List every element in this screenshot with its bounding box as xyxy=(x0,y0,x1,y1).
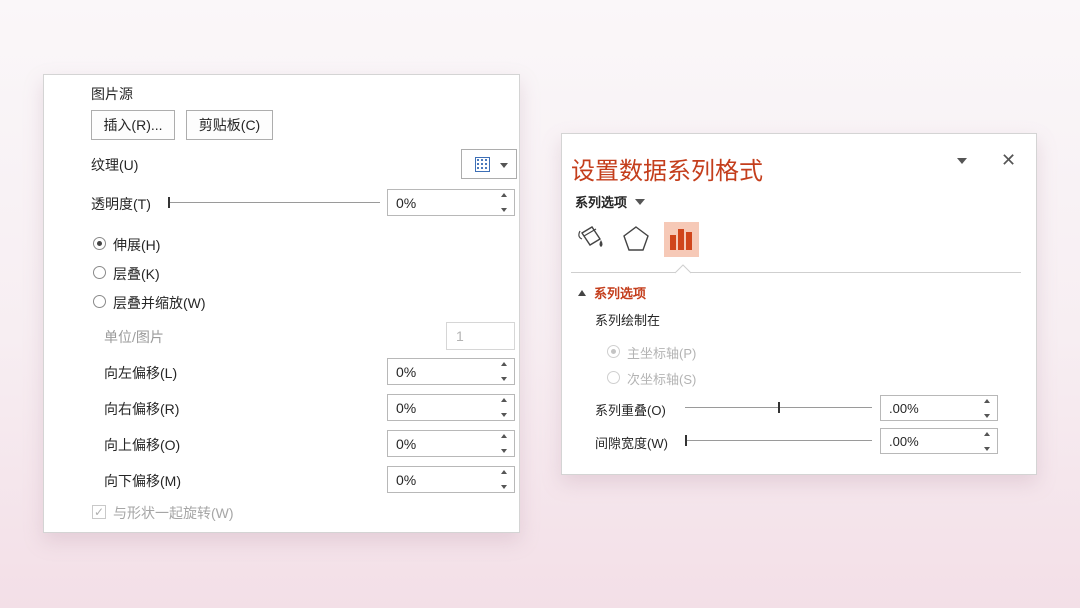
offset-top-label: 向上偏移(O) xyxy=(104,437,181,453)
texture-swatch-icon xyxy=(475,157,490,172)
transparency-slider-track[interactable] xyxy=(168,202,380,203)
series-overlap-slider-thumb[interactable] xyxy=(778,402,780,413)
offset-left-label: 向左偏移(L) xyxy=(104,365,178,381)
spinner-arrows-icon[interactable] xyxy=(983,432,991,451)
texture-label: 纹理(U) xyxy=(91,157,139,173)
plot-series-on-label: 系列绘制在 xyxy=(595,313,661,328)
radio-stretch-label[interactable]: 伸展(H) xyxy=(113,235,160,255)
spinner-arrows-icon[interactable] xyxy=(500,193,508,212)
primary-axis-label: 主坐标轴(P) xyxy=(627,346,697,361)
series-overlap-spinner[interactable]: .00% xyxy=(880,395,998,421)
chevron-down-icon xyxy=(635,198,646,205)
active-tab-pointer-icon xyxy=(675,264,691,274)
collapse-triangle-icon xyxy=(578,289,586,296)
offset-right-value: 0% xyxy=(396,400,417,416)
series-options-tab[interactable] xyxy=(664,222,699,257)
format-data-series-pane: 设置数据系列格式 ✕ 系列选项 系列选项 系列绘制在 主坐标轴(P) 次坐标轴(… xyxy=(561,133,1037,475)
gap-width-spinner[interactable]: .00% xyxy=(880,428,998,454)
offset-left-spinner[interactable]: 0% xyxy=(387,358,515,385)
rotate-with-shape-label: 与形状一起旋转(W) xyxy=(113,505,234,521)
offset-right-spinner[interactable]: 0% xyxy=(387,394,515,421)
gap-width-slider-thumb[interactable] xyxy=(685,435,687,446)
radio-secondary-axis xyxy=(607,371,620,384)
series-options-dropdown-label: 系列选项 xyxy=(575,195,628,210)
transparency-slider-thumb[interactable] xyxy=(168,197,170,208)
offset-top-value: 0% xyxy=(396,436,417,452)
chevron-down-icon xyxy=(500,163,508,168)
pane-title: 设置数据系列格式 xyxy=(571,158,763,185)
series-options-dropdown[interactable]: 系列选项 xyxy=(575,192,646,211)
offset-bottom-label: 向下偏移(M) xyxy=(104,473,181,489)
offset-bottom-spinner[interactable]: 0% xyxy=(387,466,515,493)
section-title: 系列选项 xyxy=(594,286,647,301)
paint-bucket-icon xyxy=(578,226,603,247)
pane-options-dropdown-icon[interactable] xyxy=(957,158,967,164)
secondary-axis-label: 次坐标轴(S) xyxy=(627,372,697,387)
radio-primary-axis xyxy=(607,345,620,358)
radio-tile[interactable] xyxy=(93,266,106,279)
units-per-picture-label: 单位/图片 xyxy=(104,329,164,345)
insert-button[interactable]: 插入(R)... xyxy=(91,110,175,140)
transparency-value: 0% xyxy=(396,195,417,211)
gap-width-slider-track[interactable] xyxy=(685,440,872,441)
bar-chart-icon xyxy=(670,229,692,250)
spinner-arrows-icon[interactable] xyxy=(500,470,508,489)
offset-bottom-value: 0% xyxy=(396,472,417,488)
radio-tile-scale[interactable] xyxy=(93,295,106,308)
spinner-arrows-icon[interactable] xyxy=(500,434,508,453)
rotate-with-shape-checkbox: ✓ xyxy=(92,505,106,519)
radio-tile-label[interactable]: 层叠(K) xyxy=(113,264,160,284)
gap-width-label: 间隙宽度(W) xyxy=(595,436,668,451)
spinner-arrows-icon[interactable] xyxy=(500,362,508,381)
offset-left-value: 0% xyxy=(396,364,417,380)
texture-picker[interactable] xyxy=(461,149,517,179)
transparency-label: 透明度(T) xyxy=(91,196,151,212)
close-icon[interactable]: ✕ xyxy=(1001,151,1016,169)
gap-width-value: .00% xyxy=(889,434,919,449)
picture-source-label: 图片源 xyxy=(91,86,133,102)
radio-stretch[interactable] xyxy=(93,237,106,250)
radio-tile-scale-label[interactable]: 层叠并缩放(W) xyxy=(113,293,206,313)
fill-options-panel: 图片源 插入(R)... 剪贴板(C) 纹理(U) 透明度(T) 0% 伸展(H… xyxy=(43,74,520,533)
tab-divider xyxy=(571,272,1021,273)
fill-line-tab[interactable] xyxy=(574,225,606,255)
units-per-picture-field: 1 xyxy=(446,322,515,350)
spinner-arrows-icon[interactable] xyxy=(983,399,991,418)
series-overlap-label: 系列重叠(O) xyxy=(595,403,666,418)
spinner-arrows-icon[interactable] xyxy=(500,398,508,417)
series-overlap-value: .00% xyxy=(889,401,919,416)
offset-right-label: 向右偏移(R) xyxy=(104,401,180,417)
effects-tab[interactable] xyxy=(621,224,651,254)
offset-top-spinner[interactable]: 0% xyxy=(387,430,515,457)
transparency-spinner[interactable]: 0% xyxy=(387,189,515,216)
series-options-section-header[interactable]: 系列选项 xyxy=(578,283,646,302)
pentagon-icon xyxy=(623,226,649,251)
clipboard-button[interactable]: 剪贴板(C) xyxy=(186,110,273,140)
